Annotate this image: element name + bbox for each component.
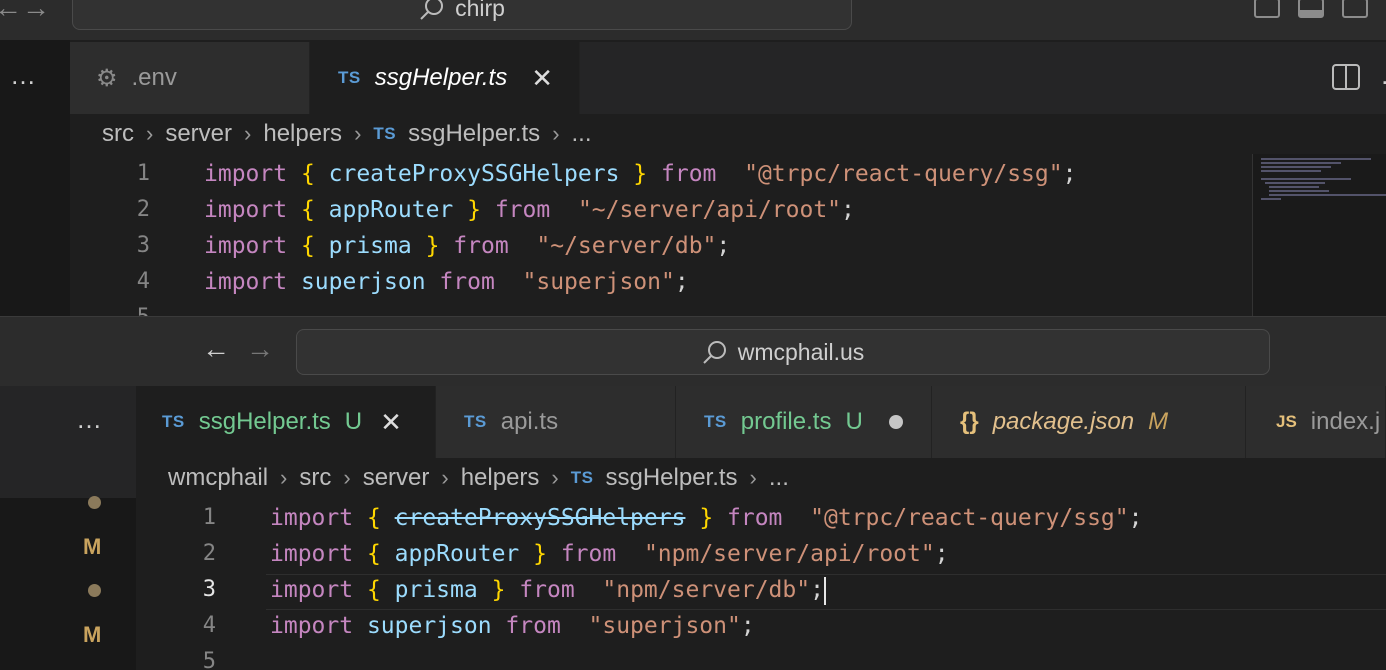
typescript-icon: TS — [570, 468, 594, 487]
code-line: import { prisma } from "~/server/db"; — [204, 233, 731, 259]
toggle-panel-icon[interactable] — [1298, 0, 1324, 18]
close-icon[interactable]: ✕ — [380, 407, 402, 438]
top-editor-window: ← → chirp … ⚙ .env TS ssgHelper.ts ✕ … s… — [0, 0, 1386, 316]
forward-arrow-icon[interactable]: → — [246, 333, 274, 365]
untracked-badge: U — [845, 408, 863, 435]
code-editor[interactable]: 1 2 3 4 5 import { createProxySSGHelpers… — [136, 500, 1386, 670]
tab-label: index.j — [1310, 408, 1381, 435]
close-icon[interactable]: ✕ — [531, 63, 553, 94]
command-center-search[interactable]: wmcphail.us — [296, 329, 1270, 375]
unsaved-dot-icon[interactable] — [888, 415, 903, 429]
search-icon — [420, 0, 444, 20]
code-line: import superjson from "superjson"; — [270, 613, 755, 639]
breadcrumb: wmcphail › src › server › helpers › TS ssgHe… — [168, 464, 789, 492]
typescript-icon: TS — [464, 412, 487, 431]
forward-arrow-icon[interactable]: → — [22, 0, 50, 24]
breadcrumb-item[interactable]: ... — [572, 120, 592, 148]
tab-label: profile.ts — [740, 408, 832, 435]
breadcrumb: src › server › helpers › TS ssgHelper.ts › .… — [102, 120, 592, 148]
bottom-tab-bar: TS ssgHelper.ts U ✕ TS api.ts TS profile… — [136, 386, 1386, 458]
line-number: 4 — [202, 613, 216, 638]
javascript-icon: JS — [1276, 412, 1297, 431]
line-number: 5 — [110, 300, 150, 316]
typescript-icon: TS — [338, 68, 361, 87]
modified-dot-icon — [88, 496, 101, 509]
tab-label: api.ts — [500, 408, 559, 435]
line-number: 4 — [136, 269, 150, 294]
code-line: import { createProxySSGHelpers } from "@… — [204, 161, 1077, 187]
json-icon: {} — [960, 408, 979, 435]
gear-icon: ⚙ — [96, 64, 118, 92]
typescript-icon: TS — [704, 412, 727, 431]
tab-label: package.json — [992, 408, 1135, 435]
text-cursor — [823, 576, 826, 605]
typescript-icon: TS — [162, 412, 185, 431]
code-editor[interactable]: 1 2 3 4 5 import { createProxySSGHelpers… — [70, 154, 1250, 316]
tab-label: ssgHelper.ts — [374, 64, 508, 91]
line-number: 1 — [202, 505, 216, 530]
modified-badge: M — [1148, 408, 1169, 435]
minimap[interactable] — [1252, 154, 1386, 316]
breadcrumb-item[interactable]: wmcphail — [168, 464, 268, 492]
code-line: import superjson from "superjson"; — [204, 269, 689, 295]
split-editor-icon[interactable] — [1332, 64, 1360, 90]
modified-mark: M — [83, 622, 102, 647]
search-text: wmcphail.us — [737, 338, 865, 365]
toggle-secondary-sidebar-icon[interactable] — [1342, 0, 1368, 18]
breadcrumb-item[interactable]: helpers — [263, 120, 342, 148]
code-line: import { createProxySSGHelpers } from "@… — [270, 505, 1143, 531]
toggle-primary-sidebar-icon[interactable] — [1254, 0, 1280, 18]
tab-env[interactable]: ⚙ .env — [70, 42, 310, 114]
breadcrumb-item[interactable]: server — [165, 120, 232, 148]
code-line: import { prisma } from "npm/server/db"; — [270, 576, 826, 605]
top-tab-bar: ⚙ .env TS ssgHelper.ts ✕ … — [70, 42, 1386, 114]
modified-mark: M — [83, 534, 102, 559]
tab-ssghelper[interactable]: TS ssgHelper.ts ✕ — [310, 42, 580, 114]
breadcrumb-item[interactable]: server — [363, 464, 430, 492]
breadcrumb-item[interactable]: ssgHelper.ts — [605, 464, 737, 492]
tab-ssghelper[interactable]: TS ssgHelper.ts U ✕ — [136, 386, 436, 458]
breadcrumb-item[interactable]: src — [299, 464, 331, 492]
modified-dot-icon — [88, 584, 101, 597]
breadcrumb-item[interactable]: ssgHelper.ts — [408, 120, 540, 148]
line-number: 3 — [136, 233, 150, 258]
search-icon — [703, 341, 726, 364]
breadcrumb-item[interactable]: ... — [769, 464, 789, 492]
back-arrow-icon[interactable]: ← — [0, 0, 22, 24]
more-actions-button[interactable]: … — [10, 60, 36, 91]
top-title-bar: ← → chirp — [0, 0, 1386, 40]
breadcrumb-item[interactable]: helpers — [461, 464, 540, 492]
line-number: 2 — [136, 197, 150, 222]
bottom-title-bar: ← → wmcphail.us — [0, 316, 1386, 387]
search-text: chirp — [455, 0, 505, 21]
explorer-header: … — [0, 386, 136, 498]
tab-label: .env — [131, 64, 177, 91]
code-line: import { appRouter } from "~/server/api/… — [204, 197, 855, 223]
more-actions-button[interactable]: … — [1380, 60, 1386, 91]
bottom-editor-window: ← → wmcphail.us … M M TS ssgHelper.ts U … — [0, 316, 1386, 670]
tab-api[interactable]: TS api.ts — [436, 386, 676, 458]
typescript-icon: TS — [373, 124, 397, 143]
line-number: 5 — [202, 649, 216, 670]
line-number: 1 — [136, 161, 150, 186]
tab-package-json[interactable]: {} package.json M — [932, 386, 1246, 458]
back-arrow-icon[interactable]: ← — [202, 333, 230, 365]
tab-label: ssgHelper.ts — [198, 408, 331, 435]
tab-profile[interactable]: TS profile.ts U — [676, 386, 932, 458]
more-actions-button[interactable]: … — [76, 404, 102, 435]
command-center-search[interactable]: chirp — [72, 0, 852, 30]
line-number: 2 — [202, 541, 216, 566]
code-line: import { appRouter } from "npm/server/ap… — [270, 541, 949, 567]
line-number: 3 — [202, 577, 216, 602]
tab-index[interactable]: JS index.j — [1246, 386, 1386, 458]
breadcrumb-item[interactable]: src — [102, 120, 134, 148]
untracked-badge: U — [344, 408, 363, 435]
